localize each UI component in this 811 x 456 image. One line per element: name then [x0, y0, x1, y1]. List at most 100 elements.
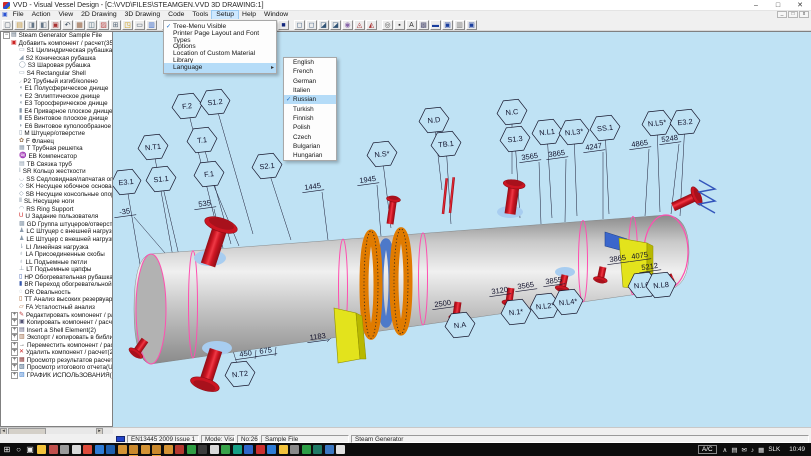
- print-preview-icon[interactable]: ▣: [442, 20, 453, 30]
- child-close-button[interactable]: x: [799, 11, 809, 18]
- vessel-3d-drawing[interactable]: -355351445194535653865424748655248450675…: [113, 32, 811, 428]
- expand-icon[interactable]: +: [11, 334, 18, 341]
- tree-item-s3-шаровая-рубашка[interactable]: ◯S3 Шаровая рубашка: [1, 62, 112, 70]
- expand-icon[interactable]: +: [11, 364, 18, 371]
- tree-item-la-присоединенные-скобы[interactable]: ♁LA Присоединенные скобы: [1, 251, 112, 259]
- dims-toggle-icon[interactable]: ▪: [394, 20, 405, 30]
- taskbar-app-orange-4-icon[interactable]: [152, 445, 161, 454]
- taskbar-app-light-icon[interactable]: [72, 445, 81, 454]
- label-text[interactable]: F.2: [182, 101, 193, 111]
- tree-item-переместить-компонент[interactable]: +→Переместить компонент / расчет(26): [1, 341, 112, 349]
- taskbar-app-blue-2-icon[interactable]: [244, 445, 253, 454]
- drawing-area[interactable]: -355351445194535653865424748655248450675…: [113, 31, 811, 427]
- tree-item-fa-усталостный-анализ[interactable]: ▱FA Усталостный анализ: [1, 304, 112, 312]
- component-tool-icon[interactable]: ▣: [50, 20, 61, 30]
- tree-item-e6-винтовое-куполообразн[interactable]: ◗E6 Винтовое куполообразное дн: [1, 123, 112, 131]
- tree-item-редактировать-компонент[interactable]: +✎Редактировать компонент / расчет(26): [1, 311, 112, 319]
- taskbar-app-red-2-icon[interactable]: [256, 445, 265, 454]
- taskbar-app-green-2-icon[interactable]: [302, 445, 311, 454]
- tree-item-добавить-компонент-рас[interactable]: ▣Добавить компонент / расчет(35): [1, 40, 112, 48]
- label-text[interactable]: E3.1: [118, 177, 134, 188]
- taskbar-app-grey-2-icon[interactable]: [290, 445, 299, 454]
- taskbar-app-doc-grey-icon[interactable]: [336, 445, 345, 454]
- tree-item-e1-полусферическое-днище[interactable]: ◖E1 Полусферическое днище: [1, 85, 112, 93]
- maximize-button[interactable]: □: [767, 0, 789, 11]
- tree-item-s1-цилиндрическая-рубашк[interactable]: ▭S1 Цилиндрическая рубашка: [1, 47, 112, 55]
- font-tool-icon[interactable]: A: [406, 20, 417, 30]
- language-item-english[interactable]: English: [284, 58, 336, 67]
- taskbar-file-explorer-icon[interactable]: [37, 445, 46, 454]
- collapse-icon[interactable]: −: [3, 32, 10, 39]
- tree-item-m-штуцер-отверстие[interactable]: ▯M Штуцер/отверстие: [1, 130, 112, 138]
- copy-tool-2-icon[interactable]: ◧: [38, 20, 49, 30]
- tree-item-sb-несущие-консольные-оп[interactable]: ◇SB Несущие консольные опоры: [1, 190, 112, 198]
- menu-tools[interactable]: Tools: [188, 11, 212, 19]
- frame-view-icon[interactable]: ◫: [86, 20, 97, 30]
- view-3d-3-icon[interactable]: ◪: [318, 20, 329, 30]
- menu-view[interactable]: View: [55, 11, 78, 19]
- menu-file[interactable]: File: [9, 11, 28, 19]
- label-text[interactable]: N.L2*: [535, 301, 554, 312]
- menu-2d-drawing[interactable]: 2D Drawing: [77, 11, 121, 19]
- tree-item-e3-торосферическое-днище[interactable]: ◖E3 Торосферическое днище: [1, 100, 112, 108]
- label-text[interactable]: N.S*: [374, 149, 390, 160]
- tree-item-просмотр-результатов-рас[interactable]: +▦Просмотр результатов расчета(26): [1, 357, 112, 365]
- label-text[interactable]: N.C: [505, 107, 519, 117]
- taskbar-browser-chrome-icon[interactable]: [83, 445, 92, 454]
- label-text[interactable]: E3.2: [677, 117, 693, 128]
- undo-icon[interactable]: ↶: [62, 20, 73, 30]
- tree-item-hp-обогревательная-рубаш[interactable]: ▯HP Обогревательная рубашка и: [1, 274, 112, 282]
- tree-item-or-овальность[interactable]: ◌OR Овальность: [1, 289, 112, 297]
- tree-item-e5-винтовое-плоское-днищ[interactable]: ▮E5 Винтовое плоское днище: [1, 115, 112, 123]
- tray-icon-0[interactable]: ∧: [723, 447, 728, 454]
- tree-item-u-задание-пользователя[interactable]: UU Задание пользователя: [1, 213, 112, 221]
- menu-3d-drawing[interactable]: 3D Drawing: [121, 11, 165, 19]
- tree-item-t-трубная-решетка[interactable]: ▦T Трубная решетка: [1, 145, 112, 153]
- language-item-polish[interactable]: Polish: [284, 123, 336, 132]
- tree-item-e2-эллиптическое-днище[interactable]: ◖E2 Эллиптическое днище: [1, 92, 112, 100]
- child-minimize-button[interactable]: _: [777, 11, 787, 18]
- sphere-view-icon[interactable]: ◉: [342, 20, 353, 30]
- tree-item-le-штуцер-с-внешней-нагр[interactable]: ♟LE Штуцер с внешней нагрузкой: [1, 236, 112, 244]
- tree-item-ss-седловидная-лапчатая[interactable]: ◡SS Седловидная/лапчатая опо: [1, 175, 112, 183]
- label-text[interactable]: N.L3*: [564, 127, 583, 138]
- id-labels-icon[interactable]: ◎: [382, 20, 393, 30]
- expand-icon[interactable]: +: [11, 319, 18, 326]
- tray-icon-4[interactable]: ▦: [758, 447, 764, 454]
- label-text[interactable]: N.L1: [539, 127, 555, 138]
- tree-item-br-переход-обогревательн[interactable]: ▮BR Переход обогревательной р: [1, 281, 112, 289]
- tree-item-sk-несущее-юбочное-основ[interactable]: ◇SK Несущее юбочное основани: [1, 183, 112, 191]
- view-3d-4-icon[interactable]: ◪: [330, 20, 341, 30]
- palette-icon[interactable]: ▨: [98, 20, 109, 30]
- tree-item-tb-связка-труб[interactable]: ▤TB Связка труб: [1, 160, 112, 168]
- expand-icon[interactable]: +: [11, 312, 18, 319]
- tray-language[interactable]: SLK: [768, 446, 780, 453]
- menu-help[interactable]: Help: [238, 11, 260, 19]
- task-view-icon[interactable]: ▣: [26, 445, 35, 454]
- language-item-finnish[interactable]: Finnish: [284, 114, 336, 123]
- taskbar-app-teal-2-icon[interactable]: [313, 445, 322, 454]
- language-item-turkish[interactable]: Turkish: [284, 104, 336, 113]
- setup-menu-item-language[interactable]: Language▸: [164, 63, 276, 73]
- print-icon[interactable]: ▭: [134, 20, 145, 30]
- taskbar-app-leaf-icon[interactable]: [221, 445, 230, 454]
- label-text[interactable]: S1.1: [153, 174, 169, 185]
- search-icon[interactable]: ○: [14, 445, 23, 454]
- menu-window[interactable]: Window: [260, 11, 292, 19]
- zoom-window-icon[interactable]: ◳: [122, 20, 133, 30]
- axes-view-icon[interactable]: ◭: [366, 20, 377, 30]
- expand-icon[interactable]: +: [11, 327, 18, 334]
- menu-action[interactable]: Action: [28, 11, 55, 19]
- setup-menu-item-location-of-custom-material-library[interactable]: Location of Custom Material Library: [164, 52, 276, 62]
- tree-item-просмотр-итогового-отчет[interactable]: +▧Просмотр итогового отчета(Updated): [1, 364, 112, 372]
- taskbar-app-orange-2-icon[interactable]: [129, 445, 138, 454]
- new-file-icon[interactable]: ▢: [2, 20, 13, 30]
- print-3d-icon[interactable]: ▣: [466, 20, 477, 30]
- taskbar-app-blue-doc-icon[interactable]: [106, 445, 115, 454]
- label-text[interactable]: N.1*: [508, 307, 523, 317]
- label-text[interactable]: S1.3: [507, 134, 523, 145]
- tree-item-li-линейная-нагрузка[interactable]: ⇂LI Линейная нагрузка: [1, 243, 112, 251]
- taskbar-app-red-icon[interactable]: [49, 445, 58, 454]
- label-text[interactable]: S1.2: [207, 97, 223, 108]
- expand-icon[interactable]: +: [11, 342, 18, 349]
